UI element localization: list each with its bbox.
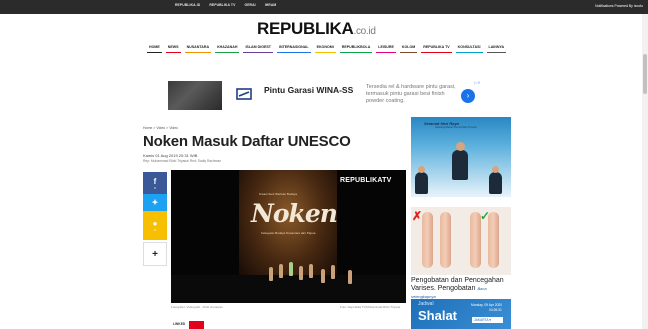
official-photo <box>452 150 468 180</box>
plus-icon: + <box>152 248 158 260</box>
performer <box>321 269 325 283</box>
nav-item-republika-tv[interactable]: REPUBLIKA TV <box>421 44 452 53</box>
prayer-time: 04:26:31 <box>489 308 502 312</box>
prayer-title: Jadwal <box>418 301 434 307</box>
poster-subtitle: Kreasi Seni Warisan Budaya <box>259 192 298 196</box>
article-title: Noken Masuk Daftar UNESCO <box>143 133 351 150</box>
topbar-links: REPUBLIKA.ID REPUBLIKA TV GERAI IHRAM <box>175 3 276 7</box>
nav-item-khazanah[interactable]: KHAZANAH <box>215 44 240 53</box>
site-logo[interactable]: REPUBLIKA.co.id <box>257 19 376 39</box>
breadcrumb[interactable]: Home > Video > Video <box>143 126 178 130</box>
main-nav: HOME NEWS NUSANTARA KHAZANAH ISLAM DIGEST INT… <box>147 44 507 53</box>
logo-main: REPUBLIKA <box>257 19 354 38</box>
ad-image <box>168 81 222 110</box>
official-head <box>418 166 425 173</box>
share-more-button[interactable]: + <box>143 242 167 266</box>
nav-item-kolom[interactable]: KOLOM <box>399 44 418 53</box>
nav-item-leisure[interactable]: LEISURE <box>376 44 396 53</box>
prayer-big: Shalat <box>418 308 458 323</box>
official-photo <box>415 172 428 194</box>
performer <box>331 265 335 279</box>
caption-left: Fotografer: Videografi - Rizki Gunawan <box>171 305 223 309</box>
nav-item-news[interactable]: NEWS <box>165 44 181 53</box>
share-twitter-button[interactable]: ✦ <box>143 194 167 211</box>
poster-title: Noken <box>251 199 338 228</box>
check-icon: ✓ <box>480 209 491 223</box>
facebook-count: 0 <box>154 185 156 190</box>
video-watermark: REPUBLIKATV <box>340 177 392 184</box>
official-head <box>456 142 465 151</box>
performer <box>299 266 303 280</box>
nav-item-islam-digest[interactable]: ISLAM DIGEST <box>243 44 273 53</box>
poster-subtitle-2: Kekayaan Budaya Nusantara dari Papua <box>261 231 316 235</box>
comment-icon: ● <box>152 219 158 228</box>
top-bar: REPUBLIKA.ID REPUBLIKA TV GERAI IHRAM No… <box>0 0 648 14</box>
banner2-headline: Pengobatan dan Pencegahan Varises. Pengo… <box>411 277 504 292</box>
logo-suffix: .co.id <box>353 26 376 37</box>
stage-floor <box>171 275 406 303</box>
nav-item-republikbola[interactable]: REPUBLIKBOLA <box>339 44 373 53</box>
performer <box>279 264 283 278</box>
ad-title[interactable]: Pintu Garasi WINA-SS <box>264 85 374 95</box>
prayer-city-label: JAKARTA <box>474 318 489 322</box>
notification-label[interactable]: Notifications Powered By Izooto <box>595 4 643 8</box>
ad-brand-icon <box>236 88 252 100</box>
topbar-link-ihram[interactable]: IHRAM <box>265 3 277 7</box>
nav-item-nusantara[interactable]: NUSANTARA <box>184 44 212 53</box>
performer <box>269 267 273 281</box>
prayer-date: Monday, 09 Apr 2020 <box>471 303 503 307</box>
topbar-link-gerai[interactable]: GERAI <box>244 3 255 7</box>
nav-item-home[interactable]: HOME <box>147 44 162 53</box>
official-photo <box>489 172 502 194</box>
share-comment-button[interactable]: ● 0 <box>143 211 167 240</box>
caption-right: Foto: Republika TV/Muhammad Rizki Triyan… <box>340 305 401 309</box>
article-author: Rep: Muhammad Rizki Triyana/ Red: Sadly … <box>143 159 222 163</box>
leg-image <box>422 212 433 268</box>
ad-description: Tersedia rel & hardware pintu garasi, te… <box>366 84 456 104</box>
ad-banner[interactable]: Pintu Garasi WINA-SS Tersedia rel & hard… <box>168 80 485 110</box>
article-date: Kamis 01 Aug 2019 20:31 WIB <box>143 153 198 158</box>
ad-close-icon[interactable]: ▷✕ <box>474 80 480 85</box>
scrollbar-thumb[interactable] <box>643 54 647 94</box>
tag-badge[interactable] <box>189 321 204 329</box>
twitter-icon: ✦ <box>151 198 159 207</box>
performer <box>348 270 352 284</box>
performer <box>309 264 313 278</box>
nav-item-internasional[interactable]: INTERNASIONAL <box>277 44 311 53</box>
tag-label: LINKED <box>173 322 186 326</box>
performer <box>289 262 293 276</box>
nav-item-konsultasi[interactable]: KONSULTASI <box>455 44 483 53</box>
nav-item-ekonomi[interactable]: EKONOMI <box>314 44 336 53</box>
facebook-icon: f <box>153 176 157 186</box>
page-scrollbar[interactable] <box>642 14 648 329</box>
banner1-subtitle: Keluarga Besar Pemerintah Provinsi <box>435 126 477 129</box>
share-facebook-button[interactable]: f 0 <box>143 172 167 194</box>
video-player[interactable]: Kreasi Seni Warisan Budaya Noken Kekayaa… <box>171 170 406 303</box>
official-head <box>492 166 499 173</box>
topbar-link-republika-tv[interactable]: REPUBLIKA TV <box>209 3 235 7</box>
leg-image <box>440 212 451 268</box>
comment-count: 0 <box>154 228 156 232</box>
banner2-text[interactable]: Pengobatan dan Pencegahan Varises. Pengo… <box>411 277 511 301</box>
topbar-link-republika-id[interactable]: REPUBLIKA.ID <box>175 3 200 7</box>
nav-item-lainnya[interactable]: LAINNYA <box>486 44 507 53</box>
prayer-city-select[interactable]: JAKARTA ▾ <box>472 317 503 323</box>
ad-arrow-icon[interactable]: › <box>461 89 475 103</box>
cross-icon: ✗ <box>412 209 423 223</box>
